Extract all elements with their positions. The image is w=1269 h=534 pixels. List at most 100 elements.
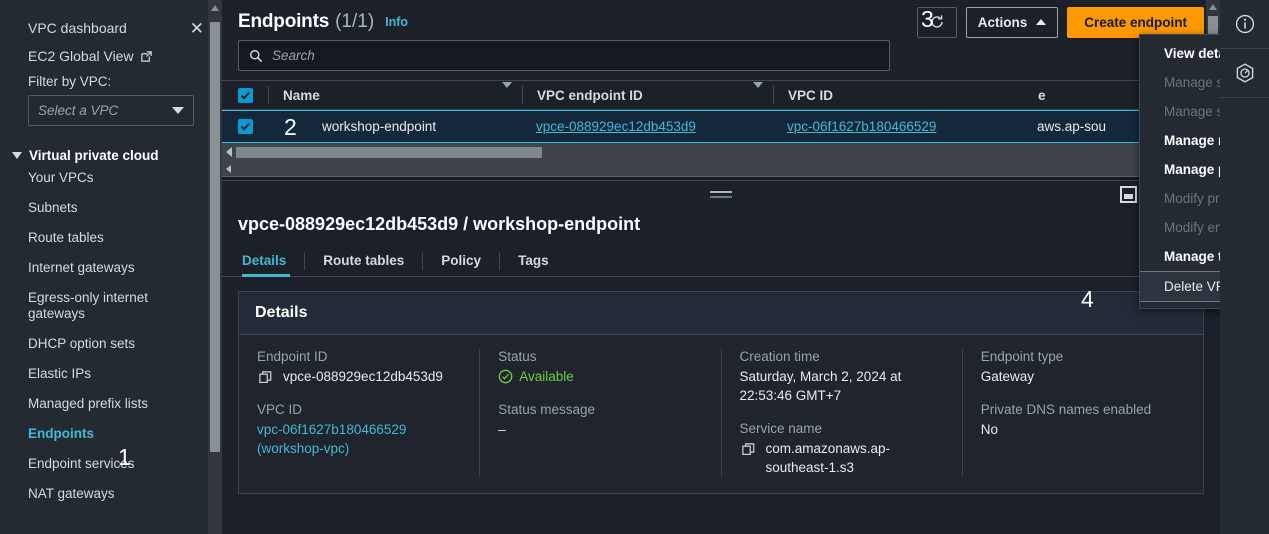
info-link[interactable]: Info bbox=[385, 15, 408, 29]
field-value: – bbox=[498, 422, 506, 437]
chevron-up-icon bbox=[1036, 19, 1047, 25]
column-header-label: VPC endpoint ID bbox=[537, 87, 643, 103]
sidebar-group-virtual-private-cloud[interactable]: Virtual private cloud bbox=[0, 148, 222, 163]
sidebar-item-endpoints[interactable]: Endpoints bbox=[0, 419, 222, 449]
sidebar-item-endpoint-services[interactable]: Endpoint services bbox=[0, 449, 222, 479]
sidebar-item-managed-prefix-lists[interactable]: Managed prefix lists bbox=[0, 389, 222, 419]
select-all-checkbox[interactable] bbox=[237, 87, 253, 103]
sidebar-item-dhcp-option-sets[interactable]: DHCP option sets bbox=[0, 329, 222, 359]
field-value: No bbox=[980, 422, 999, 437]
scroll-up-icon[interactable] bbox=[211, 5, 219, 11]
menu-item-manage-policy[interactable]: Manage policy bbox=[1140, 155, 1220, 184]
sidebar-item-egress-only-internet-gateways[interactable]: Egress-only internet gateways bbox=[0, 283, 190, 329]
check-circle-icon bbox=[498, 369, 513, 384]
table-horizontal-scrollbar[interactable] bbox=[222, 143, 1220, 161]
scroll-up-icon[interactable] bbox=[1209, 4, 1217, 10]
details-column-2: Status Available Status message – bbox=[480, 349, 722, 477]
field-label: VPC ID bbox=[257, 402, 303, 417]
vpc-name-link[interactable]: (workshop-vpc) bbox=[257, 441, 349, 456]
search-placeholder: Search bbox=[272, 48, 315, 63]
refresh-icon bbox=[931, 15, 943, 28]
sidebar-item-elastic-ips[interactable]: Elastic IPs bbox=[0, 359, 222, 389]
sidebar-item-ec2-global-view[interactable]: EC2 Global View bbox=[0, 42, 222, 64]
split-panel-drag-handle[interactable] bbox=[222, 181, 1220, 201]
sidebar-item-your-vpcs[interactable]: Your VPCs bbox=[0, 163, 222, 193]
field-label: Creation time bbox=[739, 349, 820, 364]
scrollbar-thumb[interactable] bbox=[210, 22, 220, 452]
endpoints-table-card: Endpoints (1/1) Info Actions Create endp… bbox=[222, 0, 1220, 180]
field-label: Service name bbox=[739, 421, 823, 436]
sidebar-item-route-tables[interactable]: Route tables bbox=[0, 223, 222, 253]
column-header-label: VPC ID bbox=[788, 87, 834, 103]
refresh-button[interactable] bbox=[916, 6, 957, 38]
shortcuts-icon bbox=[1236, 63, 1253, 83]
menu-item-manage-route-tables[interactable]: Manage route tables bbox=[1140, 126, 1220, 155]
vpc-filter-select[interactable]: Select a VPC bbox=[28, 95, 194, 126]
sidebar-item-vpc-dashboard[interactable]: VPC dashboard bbox=[28, 20, 127, 36]
outer-horizontal-scrollbar[interactable] bbox=[222, 161, 1220, 177]
close-icon[interactable]: ✕ bbox=[190, 20, 204, 37]
sidebar-item-subnets[interactable]: Subnets bbox=[0, 193, 222, 223]
search-icon bbox=[250, 49, 263, 62]
endpoint-id-value: vpce-088929ec12db453d9 bbox=[283, 369, 443, 384]
field-endpoint-id: Endpoint ID vpce-088929ec12db453d9 bbox=[257, 349, 461, 386]
row-select-cell bbox=[222, 119, 268, 134]
field-label: Status bbox=[498, 349, 537, 364]
menu-item-view-details[interactable]: View details bbox=[1140, 39, 1220, 68]
tab-policy[interactable]: Policy bbox=[423, 245, 499, 276]
search-input[interactable]: Search bbox=[238, 40, 890, 71]
actions-button[interactable]: Actions bbox=[965, 6, 1059, 38]
tab-route-tables[interactable]: Route tables bbox=[305, 245, 422, 276]
column-header-service-name[interactable]: e bbox=[1024, 88, 1114, 103]
field-private-dns: Private DNS names enabled No bbox=[981, 402, 1185, 439]
tab-tags[interactable]: Tags bbox=[500, 245, 567, 276]
scrollbar-thumb[interactable] bbox=[236, 146, 542, 158]
field-status: Status Available bbox=[498, 349, 702, 386]
menu-item-delete-vpc-endpoints[interactable]: Delete VPC endpoints bbox=[1140, 271, 1220, 302]
column-header-vpc-id[interactable]: VPC ID bbox=[774, 88, 1024, 103]
copy-icon bbox=[259, 371, 272, 383]
field-value: vpce-088929ec12db453d9 bbox=[257, 367, 461, 386]
tab-details[interactable]: Details bbox=[238, 245, 304, 277]
column-header-vpc-endpoint-id[interactable]: VPC endpoint ID bbox=[523, 81, 773, 103]
cell-vpc-id: vpc-06f1627b180466529 bbox=[773, 119, 1023, 134]
info-circle-icon bbox=[1235, 14, 1254, 34]
sidebar-item-label: EC2 Global View bbox=[28, 48, 134, 64]
vpc-endpoint-id-link[interactable]: vpce-088929ec12db453d9 bbox=[536, 119, 696, 134]
details-card-title: Details bbox=[239, 292, 1203, 335]
sort-icon[interactable] bbox=[753, 81, 773, 103]
actions-dropdown-menu: View details Manage subnets Manage secur… bbox=[1139, 34, 1220, 309]
vpc-id-link[interactable]: vpc-06f1627b180466529 bbox=[257, 422, 406, 437]
sidebar: VPC dashboard ✕ EC2 Global View Filter b… bbox=[0, 0, 222, 534]
cell-service-name-truncated: aws.ap-sou bbox=[1037, 119, 1107, 134]
vpc-id-link[interactable]: vpc-06f1627b180466529 bbox=[787, 119, 936, 134]
field-endpoint-type: Endpoint type Gateway bbox=[981, 349, 1185, 386]
sidebar-item-internet-gateways[interactable]: Internet gateways bbox=[0, 253, 222, 283]
field-value: Available bbox=[498, 367, 702, 386]
menu-item-manage-tags[interactable]: Manage tags bbox=[1140, 242, 1220, 271]
menu-item-manage-subnets: Manage subnets bbox=[1164, 75, 1220, 90]
scroll-left-icon[interactable] bbox=[226, 147, 232, 157]
vpc-filter-placeholder: Select a VPC bbox=[38, 103, 119, 118]
split-panel: vpce-088929ec12db453d9 / workshop-endpoi… bbox=[222, 180, 1220, 534]
scroll-left-icon[interactable] bbox=[226, 164, 231, 173]
panel-split-bottom-icon[interactable] bbox=[1120, 186, 1137, 203]
cell-name: workshop-endpoint bbox=[322, 119, 437, 134]
field-value: Gateway bbox=[980, 369, 1035, 384]
field-label: Endpoint ID bbox=[257, 349, 328, 364]
column-header-name[interactable]: Name bbox=[269, 81, 522, 103]
sort-icon[interactable] bbox=[502, 81, 522, 103]
search-row: Search ▶ bbox=[222, 36, 1220, 80]
select-all-cell bbox=[222, 87, 268, 103]
table-row[interactable]: workshop-endpoint vpce-088929ec12db453d9… bbox=[222, 110, 1220, 143]
sidebar-scrollbar[interactable] bbox=[208, 0, 222, 534]
details-card: Details Endpoint ID vpce-088929ec12db453… bbox=[238, 291, 1204, 494]
row-checkbox[interactable] bbox=[237, 119, 253, 134]
sidebar-item-nat-gateways[interactable]: NAT gateways bbox=[0, 479, 222, 509]
create-endpoint-button[interactable]: Create endpoint bbox=[1067, 6, 1204, 38]
vpc-console-window: VPC dashboard ✕ EC2 Global View Filter b… bbox=[0, 0, 1269, 534]
info-panel-button[interactable] bbox=[1220, 0, 1269, 49]
chevron-down-icon bbox=[172, 107, 184, 114]
field-value: Saturday, March 2, 2024 at 22:53:46 GMT+… bbox=[739, 369, 902, 403]
shortcuts-panel-button[interactable] bbox=[1220, 49, 1269, 98]
